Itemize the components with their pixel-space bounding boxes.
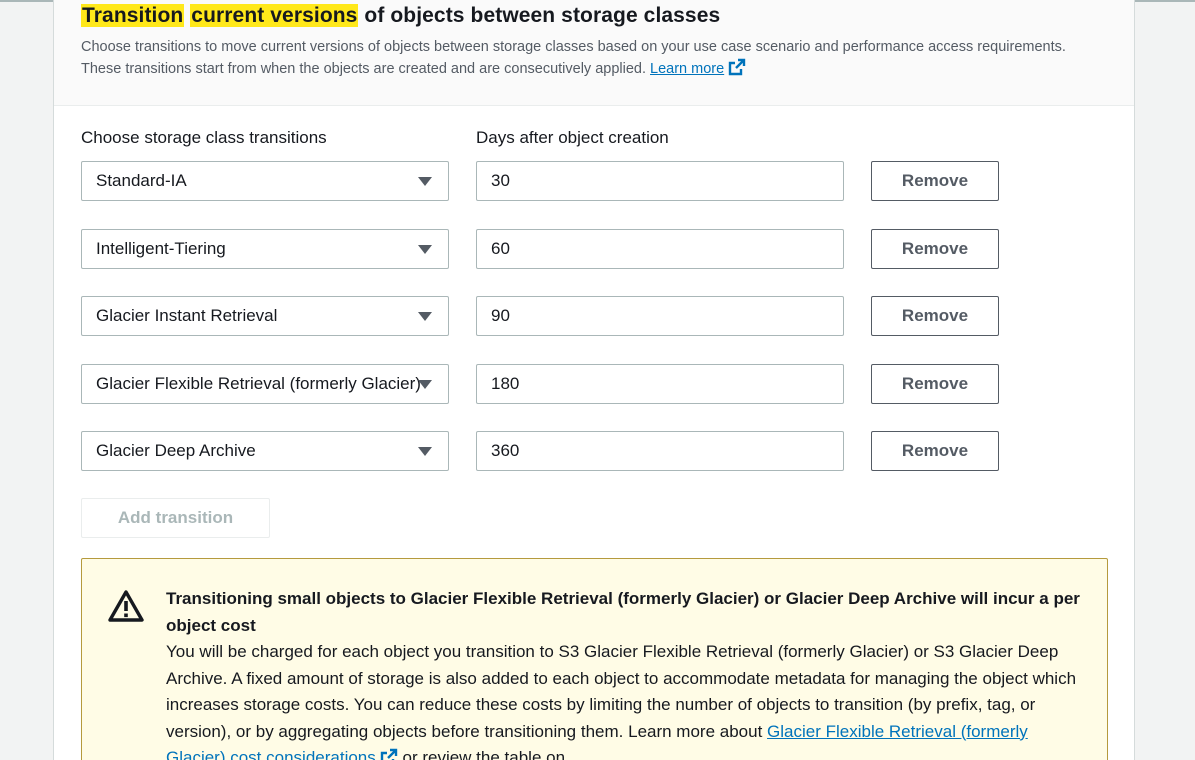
- storage-class-value: Glacier Flexible Retrieval (formerly Gla…: [96, 374, 421, 393]
- days-input-2[interactable]: 60: [476, 229, 844, 269]
- storage-class-value: Glacier Instant Retrieval: [96, 306, 278, 325]
- days-column-label: Days after object creation: [476, 128, 669, 147]
- panel-header: Transition current versions of objects b…: [54, 0, 1134, 106]
- alert-learn-prefix: Learn more about: [628, 721, 768, 741]
- storage-class-select-1[interactable]: Standard-IA: [81, 161, 449, 201]
- days-input-3[interactable]: 90: [476, 296, 844, 336]
- storage-class-value: Standard-IA: [96, 171, 187, 190]
- alert-learn-suffix: or review the table on: [397, 748, 566, 760]
- add-transition-button[interactable]: Add transition: [81, 498, 270, 538]
- remove-button-3[interactable]: Remove: [871, 296, 999, 336]
- caret-down-icon: [418, 312, 432, 321]
- section-title: Transition current versions of objects b…: [81, 2, 1134, 30]
- storage-class-select-4[interactable]: Glacier Flexible Retrieval (formerly Gla…: [81, 364, 449, 404]
- warning-icon: [108, 589, 144, 628]
- alert-message: You will be charged for each object you …: [166, 639, 1086, 760]
- external-link-icon: [380, 748, 398, 760]
- title-rest: of objects between storage classes: [358, 4, 721, 27]
- description-text: Choose transitions to move current versi…: [81, 39, 1066, 77]
- remove-button-5[interactable]: Remove: [871, 431, 999, 471]
- cost-warning-alert: Transitioning small objects to Glacier F…: [81, 558, 1108, 760]
- alert-body: Transitioning small objects to Glacier F…: [166, 586, 1086, 760]
- storage-class-column-label: Choose storage class transitions: [81, 128, 327, 147]
- storage-class-select-3[interactable]: Glacier Instant Retrieval: [81, 296, 449, 336]
- days-input-4[interactable]: 180: [476, 364, 844, 404]
- caret-down-icon: [418, 177, 432, 186]
- caret-down-icon: [418, 245, 432, 254]
- alert-title: Transitioning small objects to Glacier F…: [166, 589, 1080, 635]
- learn-more-label: Learn more: [650, 61, 725, 77]
- caret-down-icon: [418, 380, 432, 389]
- remove-button-4[interactable]: Remove: [871, 364, 999, 404]
- days-input-1[interactable]: 30: [476, 161, 844, 201]
- section-description: Choose transitions to move current versi…: [81, 37, 1091, 83]
- storage-class-select-5[interactable]: Glacier Deep Archive: [81, 431, 449, 471]
- caret-down-icon: [418, 447, 432, 456]
- transitions-panel: Transition current versions of objects b…: [53, 0, 1135, 760]
- title-highlight-transition: Transition: [81, 4, 185, 27]
- remove-button-2[interactable]: Remove: [871, 229, 999, 269]
- storage-class-select-2[interactable]: Intelligent-Tiering: [81, 229, 449, 269]
- storage-class-value: Intelligent-Tiering: [96, 239, 226, 258]
- days-input-5[interactable]: 360: [476, 431, 844, 471]
- remove-button-1[interactable]: Remove: [871, 161, 999, 201]
- learn-more-link[interactable]: Learn more: [650, 58, 746, 77]
- external-link-icon: [728, 58, 746, 83]
- storage-class-value: Glacier Deep Archive: [96, 441, 256, 460]
- title-highlight-current-versions: current versions: [190, 4, 359, 27]
